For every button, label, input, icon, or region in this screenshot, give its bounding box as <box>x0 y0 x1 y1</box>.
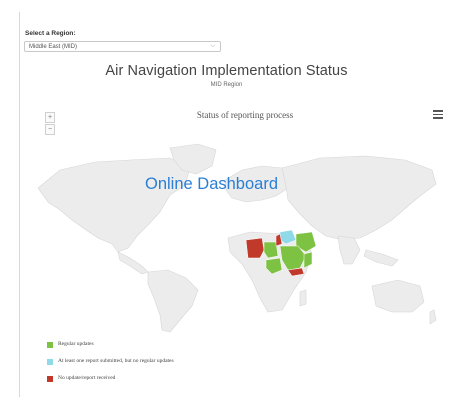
map-madagascar <box>299 289 307 307</box>
map-asia <box>281 155 437 241</box>
map-south-america <box>147 269 199 333</box>
page-title: Air Navigation Implementation Status <box>105 63 348 79</box>
world-map <box>37 143 437 333</box>
map-india <box>337 235 361 265</box>
map-australia <box>371 279 425 313</box>
region-select-dropdown[interactable]: Middle East (MID) ⌵ <box>24 41 221 52</box>
legend-label: At least one report submitted, but no re… <box>58 358 174 364</box>
region-select-value: Middle East (MID) <box>29 44 78 50</box>
zoom-out-button[interactable]: − <box>45 124 55 135</box>
map-north-america <box>37 157 191 253</box>
legend-swatch-green <box>47 342 53 348</box>
map-central-america <box>117 251 149 275</box>
legend-swatch-red <box>47 376 53 382</box>
legend-swatch-cyan <box>47 359 53 365</box>
page-subtitle: MID Region <box>210 82 243 88</box>
map-new-zealand <box>429 309 437 325</box>
map-libya <box>245 237 265 259</box>
chevron-down-icon: ⌵ <box>210 43 215 49</box>
map-oman <box>303 251 313 269</box>
map-title: Status of reporting process <box>196 110 294 120</box>
watermark-text: Online Dashboard <box>145 175 278 193</box>
hamburger-menu-icon[interactable] <box>433 110 443 119</box>
region-select-label: Select a Region: <box>25 30 76 37</box>
map-southeast-asia <box>363 249 399 267</box>
legend-label: No update/report received <box>58 375 116 381</box>
dashboard-page: Select a Region: Middle East (MID) ⌵ Air… <box>0 0 453 405</box>
legend-label: Regular updates <box>58 341 94 347</box>
